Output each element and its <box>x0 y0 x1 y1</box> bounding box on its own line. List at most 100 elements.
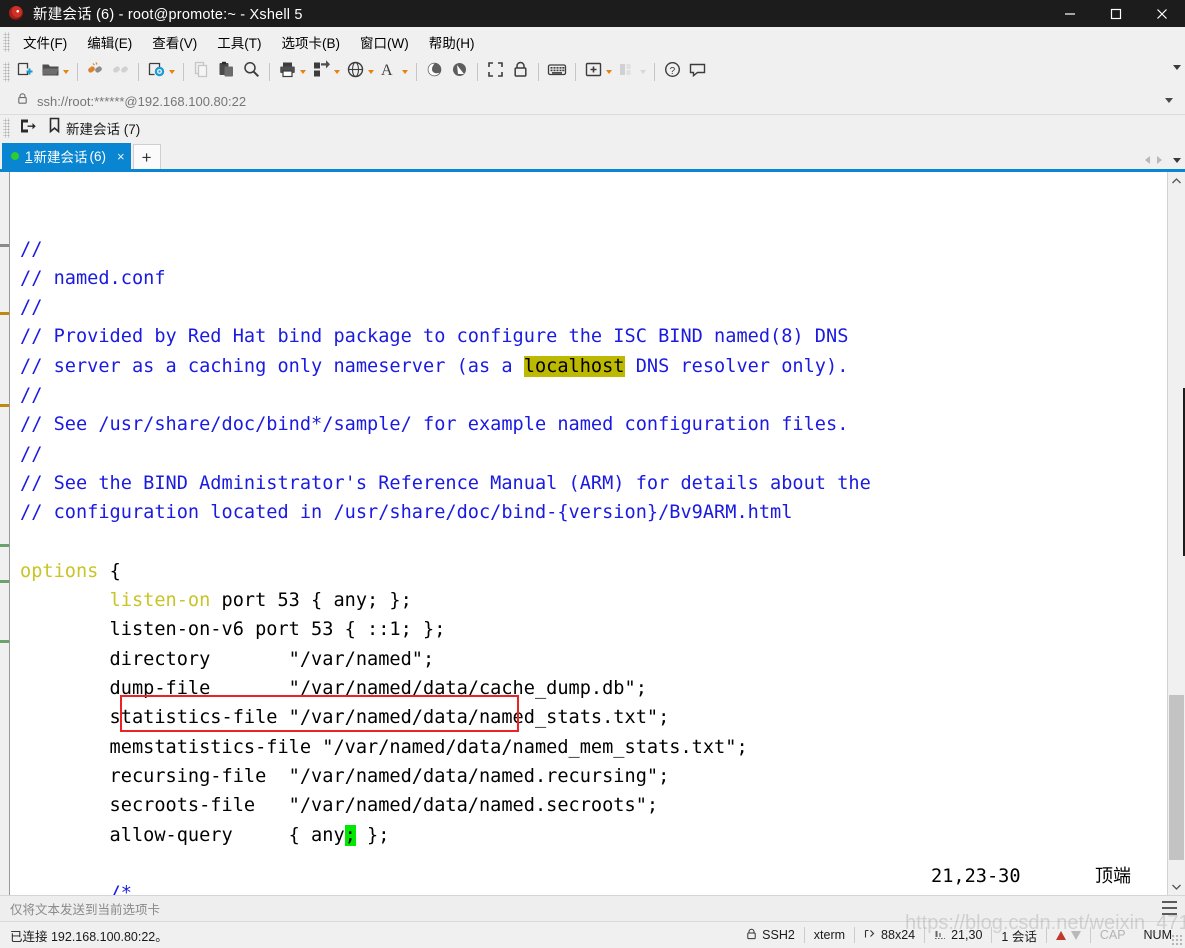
toolbar-grip[interactable] <box>3 62 10 82</box>
resize-grip[interactable] <box>1171 934 1183 946</box>
menu-edit[interactable]: 编辑(E) <box>77 28 142 56</box>
terminal-span: { <box>98 560 121 582</box>
status-security[interactable]: SSH2 <box>737 926 804 944</box>
xshell-logo-icon <box>9 5 25 22</box>
paste-button[interactable] <box>214 59 239 85</box>
scroll-up-icon[interactable] <box>1168 172 1185 189</box>
chevron-down-icon[interactable] <box>334 70 340 74</box>
terminal-screen[interactable]: // // named.conf // // Provided by Red Hat … <box>10 172 1167 895</box>
terminal-span: // See the BIND Administrator's Referenc… <box>20 472 871 494</box>
terminal-line: allow-query { any; }; <box>20 821 1167 850</box>
send-to-bar-placeholder: 仅将文本发送到当前选项卡 <box>10 903 161 917</box>
menubar-grip[interactable] <box>3 31 10 52</box>
status-cursor[interactable]: 21,30 <box>925 926 991 944</box>
disconnect-button[interactable] <box>108 59 133 85</box>
close-button[interactable] <box>1139 0 1185 27</box>
chevron-down-icon[interactable] <box>63 70 69 74</box>
status-terminal-type[interactable]: xterm <box>805 926 854 944</box>
feedback-button[interactable] <box>685 59 710 85</box>
scrollbar-thumb[interactable] <box>1169 695 1184 860</box>
address-url[interactable]: ssh://root:******@192.168.100.80:22 <box>37 94 246 109</box>
new-session-button[interactable] <box>13 59 38 85</box>
keyboard-button[interactable] <box>544 59 570 85</box>
toolbar-separator <box>77 63 78 81</box>
menu-tools[interactable]: 工具(T) <box>207 28 271 56</box>
menu-view[interactable]: 查看(V) <box>142 28 207 56</box>
transfer-file-button[interactable] <box>309 59 343 85</box>
chevron-down-icon[interactable] <box>300 70 306 74</box>
terminal-span: ; <box>344 824 356 846</box>
status-bar-right: SSH2 xterm 88x24 21,30 1 会话 CAP NUM <box>737 922 1181 948</box>
terminal-line: listen-on port 53 { any; }; <box>20 586 1167 615</box>
tab-count: (6) <box>89 148 107 164</box>
svg-text:A: A <box>381 62 393 79</box>
terminal-span: localhost <box>523 355 625 377</box>
terminal-scrollbar[interactable] <box>1167 172 1185 895</box>
globe-icon <box>346 60 365 84</box>
status-size-label: 88x24 <box>881 928 916 942</box>
rail-mark <box>0 640 9 643</box>
chevron-down-icon[interactable] <box>402 70 408 74</box>
terminal-span: memstatistics-file "/var/named/data/name… <box>20 736 748 758</box>
open-session-icon[interactable] <box>19 117 36 139</box>
terminal-line: // Provided by Red Hat bind package to c… <box>20 322 1167 351</box>
connect-button[interactable] <box>83 59 108 85</box>
tab-scroll-left-icon[interactable] <box>1145 156 1150 164</box>
help-icon: ? <box>663 60 682 84</box>
terminal-line: memstatistics-file "/var/named/data/name… <box>20 733 1167 762</box>
menu-window[interactable]: 窗口(W) <box>350 28 419 56</box>
toolbar: A ? <box>0 56 1185 88</box>
menu-tab[interactable]: 选项卡(B) <box>272 28 351 56</box>
open-folder-button[interactable] <box>38 59 72 85</box>
transfer-file-icon <box>312 60 331 84</box>
terminal-line: // <box>20 293 1167 322</box>
tab-session-1[interactable]: 1 新建会话 (6) × <box>2 143 131 169</box>
layout-button[interactable] <box>615 59 649 85</box>
status-size[interactable]: 88x24 <box>855 926 924 944</box>
minimize-button[interactable] <box>1047 0 1093 27</box>
send-options-icon[interactable] <box>1162 901 1177 915</box>
toolbar-overflow-icon[interactable] <box>1173 65 1181 70</box>
bookmark-icon[interactable] <box>48 117 61 139</box>
lock-icon <box>511 60 530 84</box>
status-caps: CAP <box>1091 926 1135 944</box>
status-sessions[interactable]: 1 会话 <box>992 926 1045 944</box>
fullscreen-button[interactable] <box>483 59 508 85</box>
chevron-down-icon[interactable] <box>606 70 612 74</box>
address-dropdown-icon[interactable] <box>1165 98 1173 103</box>
find-button[interactable] <box>239 59 264 85</box>
send-to-bar[interactable]: 仅将文本发送到当前选项卡 <box>0 895 1185 921</box>
window-title: 新建会话 (6) - root@promote:~ - Xshell 5 <box>33 7 303 23</box>
chevron-down-icon[interactable] <box>169 70 175 74</box>
xagent-button[interactable] <box>447 59 472 85</box>
xshell-window: 新建会话 (6) - root@promote:~ - Xshell 5 文件(… <box>0 0 1185 948</box>
new-session-icon <box>16 60 35 84</box>
print-button[interactable] <box>275 59 309 85</box>
menu-file[interactable]: 文件(F) <box>13 28 77 56</box>
chevron-down-icon[interactable] <box>368 70 374 74</box>
session-properties-button[interactable] <box>144 59 178 85</box>
tab-list-icon[interactable] <box>1173 157 1181 163</box>
add-tab-button[interactable]: + <box>132 144 161 169</box>
terminal-line: // See /usr/share/doc/bind*/sample/ for … <box>20 410 1167 439</box>
session-bar-grip[interactable] <box>3 118 10 138</box>
help-button[interactable]: ? <box>660 59 685 85</box>
new-tab-button[interactable] <box>581 59 615 85</box>
scroll-down-icon[interactable] <box>1168 878 1185 895</box>
maximize-button[interactable] <box>1093 0 1139 27</box>
address-bar[interactable]: ssh://root:******@192.168.100.80:22 <box>0 88 1185 114</box>
download-arrow-icon <box>1070 930 1081 940</box>
menu-help[interactable]: 帮助(H) <box>419 28 485 56</box>
session-properties-icon <box>147 60 166 84</box>
copy-button[interactable] <box>189 59 214 85</box>
font-size-button[interactable]: A <box>377 59 411 85</box>
xftp-button[interactable] <box>422 59 447 85</box>
session-bookmark-label[interactable]: 新建会话 (7) <box>66 118 140 138</box>
tab-close-icon[interactable]: × <box>117 150 125 163</box>
chevron-down-icon[interactable] <box>640 70 646 74</box>
browser-button[interactable] <box>343 59 377 85</box>
toolbar-separator <box>269 63 270 81</box>
lock-button[interactable] <box>508 59 533 85</box>
tab-scroll-right-icon[interactable] <box>1157 156 1162 164</box>
